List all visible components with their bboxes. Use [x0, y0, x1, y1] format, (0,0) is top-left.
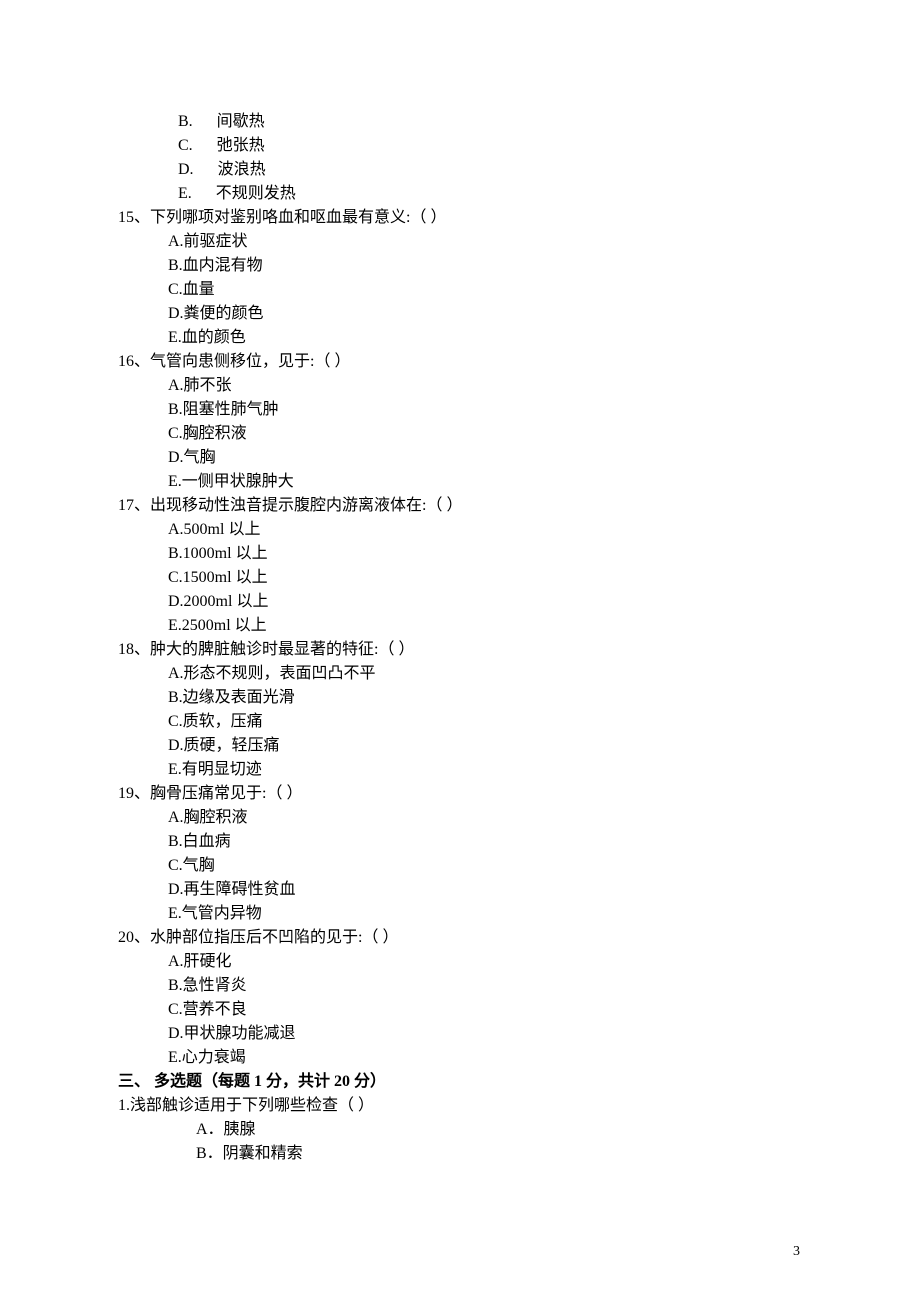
q16-option-b: B.阻塞性肺气肿	[118, 398, 800, 422]
mq1-stem: 1.浅部触诊适用于下列哪些检查（ ）	[118, 1094, 800, 1118]
q20-option-e: E.心力衰竭	[118, 1046, 800, 1070]
q15-option-a: A.前驱症状	[118, 230, 800, 254]
q14-option-c-text: 弛张热	[217, 137, 265, 154]
q16-stem: 16、气管向患侧移位，见于:（ ）	[118, 350, 800, 374]
q17-option-c: C.1500ml 以上	[118, 566, 800, 590]
q14-option-d-text: 波浪热	[218, 161, 266, 178]
q14-option-b-text: 间歇热	[217, 113, 265, 130]
q18-stem: 18、肿大的脾脏触诊时最显著的特征:（ ）	[118, 638, 800, 662]
q17-option-b: B.1000ml 以上	[118, 542, 800, 566]
q15-option-c: C.血量	[118, 278, 800, 302]
q18-option-e: E.有明显切迹	[118, 758, 800, 782]
q15-option-e: E.血的颜色	[118, 326, 800, 350]
q19-option-a: A.胸腔积液	[118, 806, 800, 830]
q15-stem: 15、下列哪项对鉴别咯血和呕血最有意义:（ ）	[118, 206, 800, 230]
q17-option-e: E.2500ml 以上	[118, 614, 800, 638]
q15-option-b: B.血内混有物	[118, 254, 800, 278]
q20-option-d: D.甲状腺功能减退	[118, 1022, 800, 1046]
q15-option-d: D.粪便的颜色	[118, 302, 800, 326]
q16-option-c: C.胸腔积液	[118, 422, 800, 446]
q19-stem: 19、胸骨压痛常见于:（ ）	[118, 782, 800, 806]
q18-option-a: A.形态不规则，表面凹凸不平	[118, 662, 800, 686]
q20-option-c: C.营养不良	[118, 998, 800, 1022]
q18-option-c: C.质软，压痛	[118, 710, 800, 734]
q14-option-c: C. 弛张热	[118, 134, 800, 158]
q20-stem: 20、水肿部位指压后不凹陷的见于:（ ）	[118, 926, 800, 950]
q19-option-b: B.白血病	[118, 830, 800, 854]
page-number: 3	[793, 1241, 800, 1262]
q16-option-e: E.一侧甲状腺肿大	[118, 470, 800, 494]
q19-option-c: C.气胸	[118, 854, 800, 878]
q14-option-d: D. 波浪热	[118, 158, 800, 182]
q17-option-a: A.500ml 以上	[118, 518, 800, 542]
section-3-heading: 三、 多选题（每题 1 分，共计 20 分）	[118, 1070, 800, 1094]
q16-option-a: A.肺不张	[118, 374, 800, 398]
q16-option-d: D.气胸	[118, 446, 800, 470]
q17-stem: 17、出现移动性浊音提示腹腔内游离液体在:（ ）	[118, 494, 800, 518]
mq1-option-b: B．阴囊和精索	[118, 1142, 800, 1166]
q18-option-b: B.边缘及表面光滑	[118, 686, 800, 710]
q14-option-b: B. 间歇热	[118, 110, 800, 134]
q19-option-e: E.气管内异物	[118, 902, 800, 926]
q14-option-e-text: 不规则发热	[216, 185, 296, 202]
q18-option-d: D.质硬，轻压痛	[118, 734, 800, 758]
q19-option-d: D.再生障碍性贫血	[118, 878, 800, 902]
q20-option-a: A.肝硬化	[118, 950, 800, 974]
q14-option-e: E. 不规则发热	[118, 182, 800, 206]
q20-option-b: B.急性肾炎	[118, 974, 800, 998]
q17-option-d: D.2000ml 以上	[118, 590, 800, 614]
mq1-option-a: A．胰腺	[118, 1118, 800, 1142]
